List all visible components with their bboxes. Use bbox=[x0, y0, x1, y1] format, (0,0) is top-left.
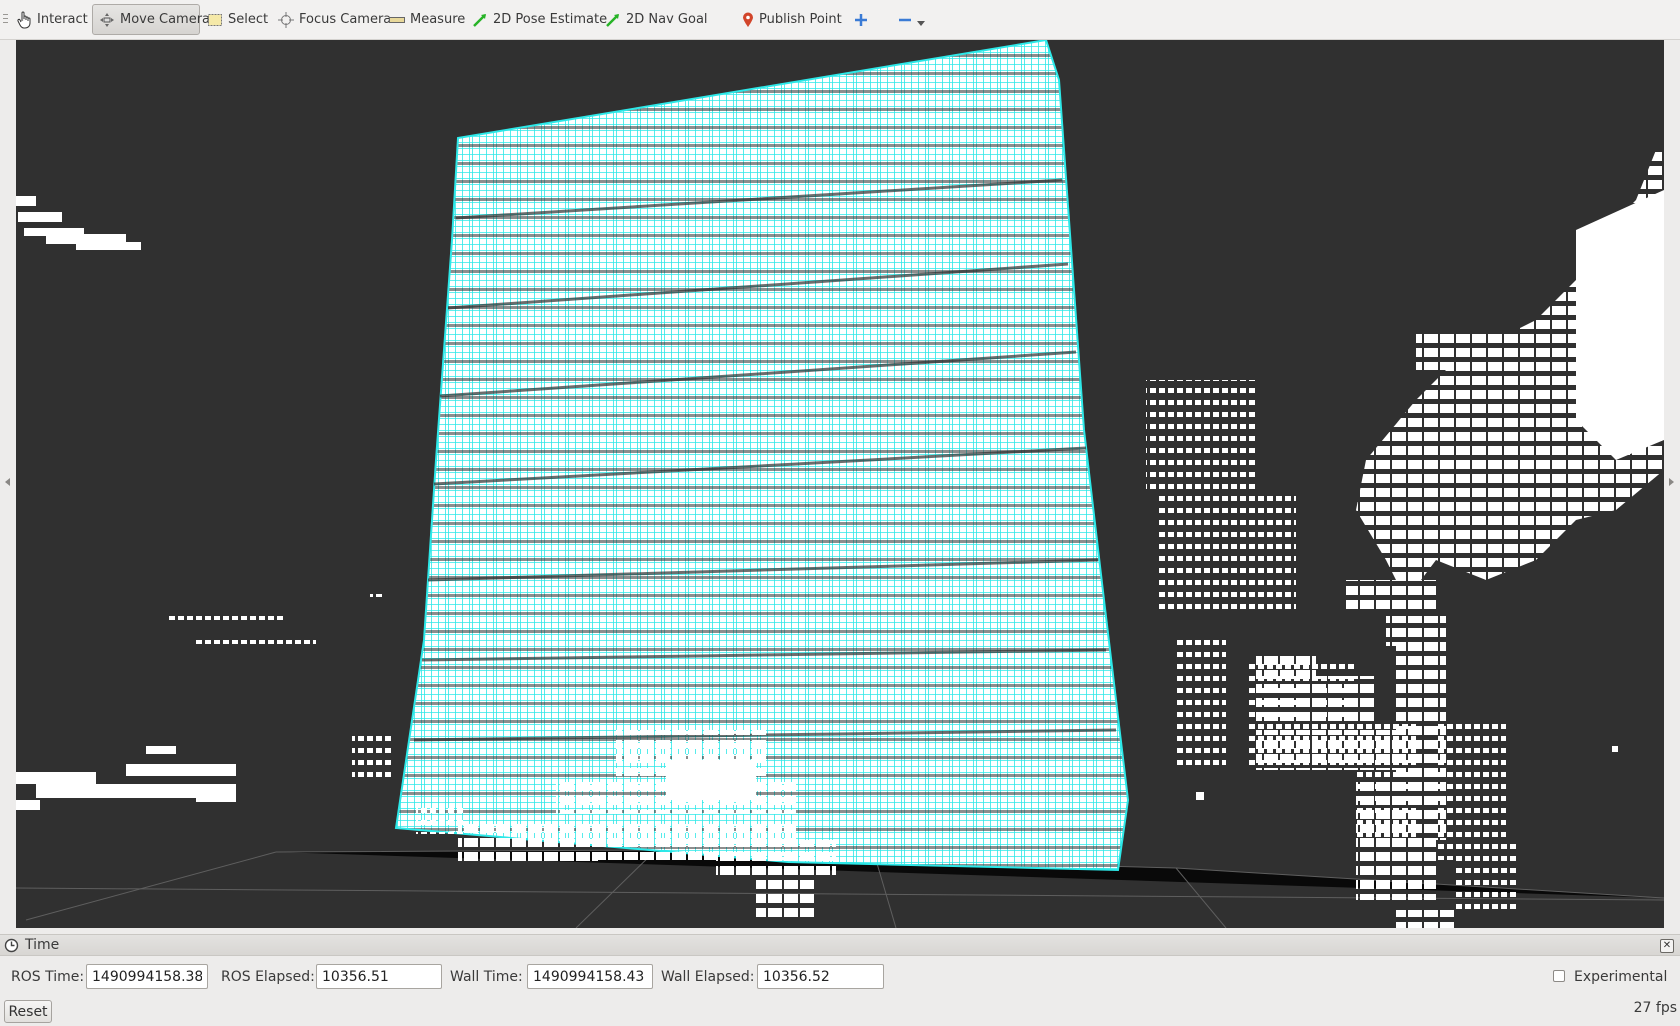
wall-elapsed-field[interactable] bbox=[757, 964, 884, 989]
map-pin-icon bbox=[743, 12, 753, 27]
2d-pose-estimate-tool-label: 2D Pose Estimate bbox=[493, 12, 608, 27]
experimental-checkbox[interactable] bbox=[1553, 970, 1565, 982]
add-tool-button[interactable] bbox=[848, 4, 879, 35]
wall-time-field[interactable] bbox=[527, 964, 653, 989]
interact-tool-button[interactable]: Interact bbox=[10, 4, 94, 35]
ros-elapsed-label: ROS Elapsed: bbox=[221, 969, 315, 985]
plus-icon bbox=[855, 13, 867, 26]
2d-nav-goal-tool-button[interactable]: 2D Nav Goal bbox=[599, 4, 714, 35]
green-arrow-icon bbox=[473, 13, 486, 27]
move-camera-icon bbox=[100, 12, 114, 27]
ros-elapsed-field[interactable] bbox=[316, 964, 442, 989]
measure-tool-button[interactable]: Measure bbox=[383, 4, 471, 35]
remove-tool-button[interactable] bbox=[892, 4, 936, 35]
interact-tool-label: Interact bbox=[37, 12, 88, 27]
select-box-icon bbox=[208, 13, 222, 26]
crosshair-icon bbox=[278, 11, 294, 28]
wall-elapsed-label: Wall Elapsed: bbox=[661, 969, 755, 985]
wall-time-label: Wall Time: bbox=[450, 969, 523, 985]
time-panel-row: ROS Time: ROS Elapsed: Wall Time: Wall E… bbox=[0, 964, 1680, 990]
publish-point-tool-label: Publish Point bbox=[759, 12, 842, 27]
close-panel-icon[interactable]: ✕ bbox=[1660, 939, 1674, 953]
move-camera-tool-label: Move Camera bbox=[120, 12, 211, 27]
ros-time-field[interactable] bbox=[86, 964, 208, 989]
ruler-icon bbox=[389, 16, 405, 23]
chevron-down-icon[interactable] bbox=[917, 20, 925, 27]
2d-pose-estimate-tool-button[interactable]: 2D Pose Estimate bbox=[466, 4, 613, 35]
point-cloud-scene bbox=[16, 40, 1664, 928]
right-dock-collapse-icon[interactable] bbox=[1669, 478, 1674, 486]
hand-pointer-icon bbox=[17, 11, 31, 28]
select-tool-label: Select bbox=[228, 12, 269, 27]
fps-counter: 27 fps bbox=[1633, 1000, 1677, 1016]
select-tool-button[interactable]: Select bbox=[201, 4, 274, 35]
measure-tool-label: Measure bbox=[410, 12, 466, 27]
ros-time-label: ROS Time: bbox=[11, 969, 85, 985]
toolbar-grip[interactable] bbox=[3, 14, 9, 28]
2d-nav-goal-tool-label: 2D Nav Goal bbox=[626, 12, 708, 27]
time-panel-title: Time bbox=[25, 937, 60, 953]
clock-icon bbox=[4, 938, 19, 953]
left-dock-collapse-icon[interactable] bbox=[5, 478, 10, 486]
focus-camera-tool-button[interactable]: Focus Camera bbox=[272, 4, 397, 35]
focus-camera-tool-label: Focus Camera bbox=[299, 12, 392, 27]
move-camera-tool-button[interactable]: Move Camera bbox=[92, 4, 210, 35]
publish-point-tool-button[interactable]: Publish Point bbox=[736, 4, 848, 35]
render-viewport[interactable] bbox=[16, 40, 1664, 928]
minus-icon bbox=[899, 18, 911, 21]
tools-toolbar: Interact Move Camera Select Focus Camera… bbox=[0, 0, 1680, 40]
green-arrow-icon bbox=[606, 13, 619, 27]
time-panel-header: Time ✕ bbox=[0, 934, 1680, 956]
experimental-label: Experimental bbox=[1574, 969, 1668, 985]
reset-button[interactable]: Reset bbox=[4, 1000, 52, 1023]
